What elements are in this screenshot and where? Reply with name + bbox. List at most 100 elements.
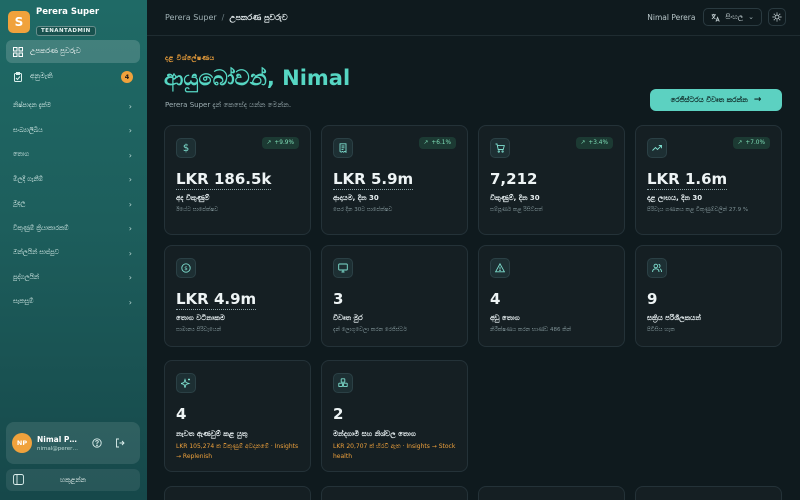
group-label: ඔන්ලයින් සාප්පුව (13, 249, 59, 257)
topbar: Perera Super / උපකරණ පුවරුව Nimal Perera… (147, 0, 800, 36)
card-label: විකුණුම්, දින 30 (490, 194, 540, 202)
card-label: තොග වටිනාකම (176, 314, 225, 322)
logout-button[interactable] (113, 436, 127, 450)
delta-badge: ↗ +6.1% (418, 137, 456, 149)
sidebar-group-inventory[interactable]: තොග › (6, 143, 140, 168)
kpi-card-slow-stock[interactable]: 2 මන්දගාමී සහ නිශ්චල තොග LKR 20,707 ක් හ… (321, 360, 468, 472)
sidebar-group-people[interactable]: පුද්ගලයින් › (6, 266, 140, 291)
delta-value: +3.4% (588, 140, 608, 146)
group-label: සැකසුම් (13, 298, 34, 306)
sidebar-group-purchasing[interactable]: මිලදී ගැනීම් › (6, 168, 140, 193)
kpi-card-open-shifts[interactable]: 3 විවෘත මුර දැන් ලොගුවෙලා කරන රෙජිස්ටර් (321, 245, 468, 347)
sidebar-group-settings[interactable]: සැකසුම් › (6, 290, 140, 315)
user-email: nimal@perera.lk (37, 445, 81, 452)
sidebar-item-approvals[interactable]: අනුමැති 4 (6, 65, 140, 88)
kpi-card-today-sales[interactable]: $ ↗ +9.9% LKR 186.5k අද විකුණුම් ඊයේට සාප… (164, 125, 311, 235)
group-label: විකුණුම් ක්‍රියාකාරකම් (13, 224, 69, 232)
card-description: පිරිවැය ගණනය කළ විකුණුම්වලින් 27.9 % (647, 207, 749, 213)
sidebar-group-finance[interactable]: මුදල › (6, 192, 140, 217)
kpi-card-revenue-30d[interactable]: ↗ +6.1% LKR 5.9m ආදායම, දින 30 පෙර දින 30… (321, 125, 468, 235)
sidebar-group-sales-ops[interactable]: විකුණුම් ක්‍රියාකාරකම් › (6, 217, 140, 242)
kpi-card-reorder[interactable]: 4 නැවත ඇණවුම් කළ යුතු LKR 105,274 ක විකු… (164, 360, 311, 472)
sidebar-group-analytics[interactable]: සංඛ්‍යාලිඛිය › (6, 119, 140, 144)
chevron-right-icon: › (128, 273, 132, 283)
svg-text:$: $ (184, 266, 188, 272)
topbar-user-name: Nimal Perera (647, 12, 696, 22)
receipt-icon (333, 138, 353, 158)
help-button[interactable] (90, 436, 104, 450)
language-value: සිංහල (725, 12, 744, 21)
trend-up-icon (647, 138, 667, 158)
sparkle-icon (176, 373, 196, 393)
translate-icon (712, 13, 721, 22)
group-label: මුදල (13, 200, 26, 208)
breadcrumb-current: උපකරණ පුවරුව (229, 12, 288, 22)
card-description: සම්පූර්ණ කළ රිසිට්පත් (490, 207, 543, 213)
logout-icon (116, 438, 125, 448)
kpi-card-sales-30d[interactable]: ↗ +3.4% 7,212 විකුණුම්, දින 30 සම්පූර්ණ ක… (478, 125, 625, 235)
kpi-card-partial (164, 486, 311, 500)
clipboard-check-icon (13, 71, 23, 82)
language-select[interactable]: සිංහල ⌄ (703, 8, 762, 26)
kpi-card-partial (321, 486, 468, 500)
brand[interactable]: S Perera Super TENANTADMIN (8, 7, 99, 36)
trend-up-small-icon: ↗ (266, 140, 272, 146)
section-eyebrow: දළ විශ්ලේෂණය (165, 54, 215, 62)
card-label: ආදායම, දින 30 (333, 194, 379, 202)
card-warning-link[interactable]: LKR 105,274 ක විකුණුම් අවදානමේ · Insight… (176, 442, 302, 461)
card-warning-link[interactable]: LKR 20,707 ක් හිරවී ඇත · Insights → Stoc… (333, 442, 459, 461)
brand-logo: S (8, 10, 30, 33)
open-register-button[interactable]: රෙජිස්ටරය විවෘත කරන්න → (650, 89, 782, 111)
cart-icon (490, 138, 510, 158)
sun-icon (772, 12, 782, 22)
chevron-right-icon: › (128, 199, 132, 209)
user-card: NP Nimal Perera nimal@perera.lk (6, 422, 140, 464)
card-label: නැවත ඇණවුම් කළ යුතු (176, 430, 248, 438)
card-description: පෙර දින 30ට සාපේක්ෂව (333, 207, 393, 213)
dashboard-icon (13, 46, 23, 57)
card-value: LKR 186.5k (176, 170, 272, 190)
kpi-card-stock-value[interactable]: $ LKR 4.9m තොග වටිනාකම සාමාන්‍ය පිරිවැයෙ… (164, 245, 311, 347)
sidebar-group-products[interactable]: නිෂ්පාදන දැක්ම › (6, 94, 140, 119)
sidebar-collapse-icon (13, 474, 24, 485)
sidebar-item-dashboard[interactable]: උපකරණ පුවරුව (6, 40, 140, 63)
card-label: දළ ලාභය, දින 30 (647, 194, 703, 202)
alert-icon (490, 258, 510, 278)
kpi-card-partial (635, 486, 782, 500)
delta-value: +6.1% (431, 140, 451, 146)
sidebar-group-online-store[interactable]: ඔන්ලයින් සාප්පුව › (6, 241, 140, 266)
sidebar-nav: උපකරණ පුවරුව අනුමැති 4 නිෂ්පාදන දැක්ම › ස… (6, 40, 140, 315)
page-title: ආයුබෝවන්, Nimal (164, 66, 351, 90)
group-label: නිෂ්පාදන දැක්ම (13, 102, 52, 110)
arrow-right-icon: → (753, 95, 762, 105)
group-label: තොග (13, 151, 29, 159)
collapse-sidebar-button[interactable]: හකුළන්න (6, 469, 140, 491)
breadcrumb-root[interactable]: Perera Super (165, 13, 217, 22)
chevron-right-icon: › (128, 126, 132, 136)
trend-up-small-icon: ↗ (737, 140, 743, 146)
topbar-actions: Nimal Perera සිංහල ⌄ (647, 8, 786, 26)
card-value: LKR 5.9m (333, 170, 414, 190)
kpi-card-active-users[interactable]: 9 සක්‍රිය පරිශීලකයන් පිවිසිය හැක (635, 245, 782, 347)
theme-toggle-button[interactable] (768, 8, 786, 26)
sidebar: S Perera Super TENANTADMIN උපකරණ පුවරුව … (0, 0, 147, 500)
card-value: 4 (490, 290, 501, 308)
kpi-card-partial (478, 486, 625, 500)
sidebar-item-label: උපකරණ පුවරුව (30, 47, 81, 55)
kpi-card-low-stock[interactable]: 4 අඩු තොග නිරීක්ෂණය කරන භාණ්ඩ 486 කින් (478, 245, 625, 347)
breadcrumb-separator: / (221, 13, 225, 22)
kpi-card-gross-profit-30d[interactable]: ↗ +7.0% LKR 1.6m දළ ලාභය, දින 30 පිරිවැය … (635, 125, 782, 235)
dollar-icon: $ (176, 138, 196, 158)
delta-badge: ↗ +9.9% (261, 137, 299, 149)
group-label: පුද්ගලයින් (13, 273, 40, 281)
delta-value: +9.9% (274, 140, 294, 146)
sidebar-item-label: අනුමැති (30, 72, 53, 80)
group-label: මිලදී ගැනීම් (13, 175, 44, 183)
users-icon (647, 258, 667, 278)
delta-badge: ↗ +3.4% (575, 137, 613, 149)
card-label: සක්‍රිය පරිශීලකයන් (647, 314, 701, 322)
chevron-right-icon: › (128, 150, 132, 160)
card-description: පිවිසිය හැක (647, 327, 675, 333)
card-description: සාමාන්‍ය පිරිවැයෙන් (176, 327, 222, 333)
delta-badge: ↗ +7.0% (732, 137, 770, 149)
